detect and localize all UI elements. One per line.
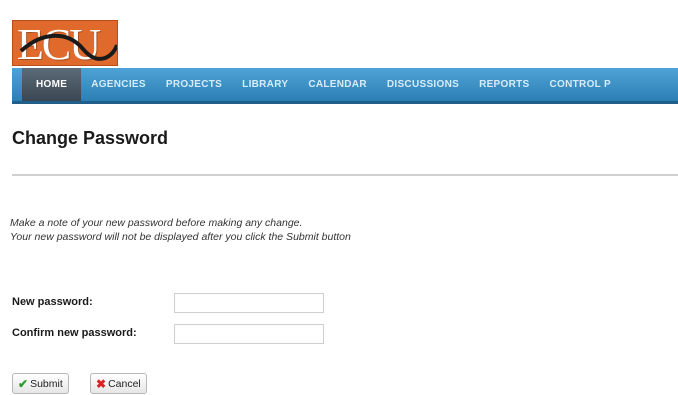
site-header: ECU HOME AGENCIES PROJECTS LIBRARY CALEN… — [0, 0, 678, 108]
logo-swoosh-icon — [19, 33, 117, 61]
confirm-password-label: Confirm new password: — [12, 327, 137, 339]
nav-item-reports[interactable]: REPORTS — [469, 68, 539, 101]
checkmark-icon: ✔ — [18, 376, 29, 391]
notice-line-2: Your new password will not be displayed … — [10, 231, 351, 243]
ecu-logo[interactable]: ECU — [12, 20, 118, 66]
new-password-label: New password: — [12, 296, 93, 308]
submit-button-label: Submit — [30, 377, 63, 390]
nav-item-calendar[interactable]: CALENDAR — [298, 68, 377, 101]
nav-item-control-panel[interactable]: CONTROL P — [540, 68, 621, 101]
nav-item-agencies[interactable]: AGENCIES — [81, 68, 156, 101]
page-title: Change Password — [12, 128, 169, 148]
cross-icon: ✖ — [96, 376, 107, 391]
nav-item-projects[interactable]: PROJECTS — [156, 68, 232, 101]
nav-item-discussions[interactable]: DISCUSSIONS — [377, 68, 469, 101]
cancel-button[interactable]: ✖ Cancel — [90, 373, 147, 394]
submit-button[interactable]: ✔ Submit — [12, 373, 69, 394]
nav-item-home[interactable]: HOME — [22, 68, 82, 101]
password-notice: Make a note of your new password before … — [10, 216, 351, 244]
cancel-button-label: Cancel — [108, 377, 141, 390]
new-password-input[interactable] — [174, 293, 324, 313]
notice-line-1: Make a note of your new password before … — [10, 217, 303, 229]
confirm-password-input[interactable] — [174, 324, 324, 344]
main-nav: HOME AGENCIES PROJECTS LIBRARY CALENDAR … — [12, 68, 678, 104]
divider — [12, 174, 678, 176]
nav-item-library[interactable]: LIBRARY — [232, 68, 298, 101]
